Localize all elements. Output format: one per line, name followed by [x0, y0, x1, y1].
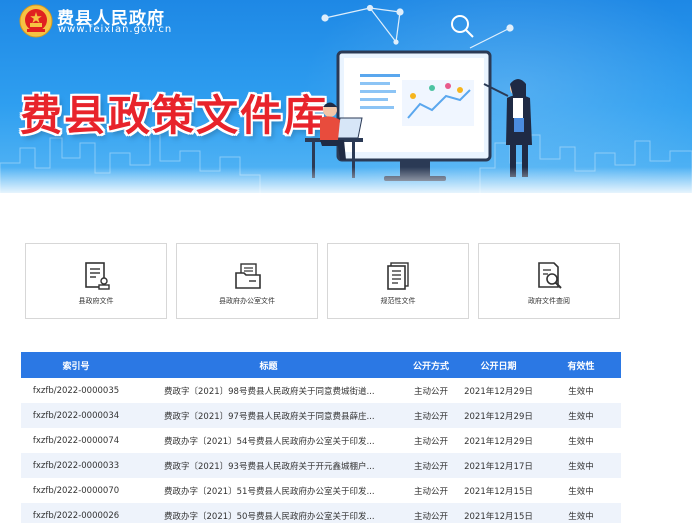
row-date: 2021年12月29日: [464, 386, 533, 397]
row-index: fxzfb/2022-0000035: [32, 385, 120, 396]
row-validity: 生效中: [568, 511, 594, 522]
row-title-cell: 费政办字〔2021〕50号费县人民政府办公室关于印发...: [131, 503, 406, 523]
row-mode: 主动公开: [413, 511, 448, 522]
column-header-mode: 公开方式: [412, 361, 449, 372]
banner-fade: [0, 167, 692, 193]
row-mode: 主动公开: [413, 411, 448, 422]
category-label: 规范性文件: [380, 297, 416, 305]
category-cards: 县政府文件 县政府办公室文件 规范性文件 政府文件查阅: [25, 243, 625, 319]
row-title-link[interactable]: 费政办字〔2021〕50号费县人民政府办公室关于印发...: [164, 510, 375, 522]
row-mode: 主动公开: [413, 436, 448, 447]
table-row[interactable]: fxzfb/2022-0000070 费政办字〔2021〕51号费县人民政府办公…: [21, 478, 621, 503]
row-index: fxzfb/2022-0000033: [32, 460, 120, 471]
row-title-link[interactable]: 费政字〔2021〕98号费县人民政府关于同意费城街道...: [164, 385, 375, 397]
column-header-index: 索引号: [62, 361, 90, 372]
row-title-cell: 费政字〔2021〕93号费县人民政府关于开元鑫城棚户...: [131, 453, 406, 478]
category-card-document-lookup[interactable]: 政府文件查阅: [478, 243, 620, 319]
row-title-link[interactable]: 费政办字〔2021〕51号费县人民政府办公室关于印发...: [164, 485, 375, 497]
row-validity: 生效中: [568, 436, 594, 447]
table-row[interactable]: fxzfb/2022-0000034 费政字〔2021〕97号费县人民政府关于同…: [21, 403, 621, 428]
column-header-title: 标题: [259, 361, 278, 372]
document-stamp-icon: [85, 262, 110, 290]
row-validity: 生效中: [568, 486, 594, 497]
site-url: www.feixian.gov.cn: [58, 24, 173, 35]
folder-document-icon: [235, 263, 261, 289]
row-index: fxzfb/2022-0000034: [32, 410, 120, 421]
column-header-date: 公开日期: [480, 361, 517, 372]
row-index: fxzfb/2022-0000074: [32, 435, 120, 446]
row-date: 2021年12月29日: [464, 436, 533, 447]
category-card-county-office[interactable]: 县政府办公室文件: [176, 243, 318, 319]
table-header: 索引号 标题 公开方式 公开日期 有效性: [21, 352, 621, 378]
row-title-link[interactable]: 费政办字〔2021〕54号费县人民政府办公室关于印发...: [164, 435, 375, 447]
category-card-county-government[interactable]: 县政府文件: [25, 243, 167, 319]
row-mode: 主动公开: [413, 486, 448, 497]
presentation-illustration: [305, 4, 532, 181]
row-title-cell: 费政字〔2021〕98号费县人民政府关于同意费城街道...: [131, 378, 406, 403]
row-validity: 生效中: [568, 461, 594, 472]
header-banner: 费县人民政府 www.feixian.gov.cn 费县政策文件库: [0, 0, 692, 193]
category-label: 政府文件查阅: [528, 297, 570, 305]
row-title-cell: 费政办字〔2021〕54号费县人民政府办公室关于印发...: [131, 428, 406, 453]
table-row[interactable]: fxzfb/2022-0000074 费政办字〔2021〕54号费县人民政府办公…: [21, 428, 621, 453]
row-validity: 生效中: [568, 411, 594, 422]
row-validity: 生效中: [568, 386, 594, 397]
document-list-icon: [387, 262, 409, 290]
banner-title: 费县政策文件库: [20, 91, 329, 140]
document-table: 索引号 标题 公开方式 公开日期 有效性 fxzfb/2022-0000035 …: [21, 352, 621, 523]
row-date: 2021年12月15日: [464, 511, 533, 522]
row-index: fxzfb/2022-0000026: [32, 510, 120, 521]
table-row[interactable]: fxzfb/2022-0000026 费政办字〔2021〕50号费县人民政府办公…: [21, 503, 621, 523]
table-row[interactable]: fxzfb/2022-0000035 费政字〔2021〕98号费县人民政府关于同…: [21, 378, 621, 403]
category-card-normative[interactable]: 规范性文件: [327, 243, 469, 319]
row-date: 2021年12月15日: [464, 486, 533, 497]
row-title-link[interactable]: 费政字〔2021〕93号费县人民政府关于开元鑫城棚户...: [164, 460, 375, 472]
category-label: 县政府办公室文件: [219, 297, 275, 305]
national-emblem-icon[interactable]: [19, 4, 53, 38]
row-title-cell: 费政字〔2021〕97号费县人民政府关于同意费县薛庄...: [131, 403, 406, 428]
row-mode: 主动公开: [413, 386, 448, 397]
row-title-link[interactable]: 费政字〔2021〕97号费县人民政府关于同意费县薛庄...: [164, 410, 375, 422]
category-label: 县政府文件: [78, 297, 114, 305]
document-search-icon: [538, 262, 562, 289]
row-mode: 主动公开: [413, 461, 448, 472]
column-header-validity: 有效性: [567, 361, 595, 372]
table-row[interactable]: fxzfb/2022-0000033 费政字〔2021〕93号费县人民政府关于开…: [21, 453, 621, 478]
row-date: 2021年12月17日: [464, 461, 533, 472]
row-index: fxzfb/2022-0000070: [32, 485, 120, 496]
row-date: 2021年12月29日: [464, 411, 533, 422]
row-title-cell: 费政办字〔2021〕51号费县人民政府办公室关于印发...: [131, 478, 406, 503]
